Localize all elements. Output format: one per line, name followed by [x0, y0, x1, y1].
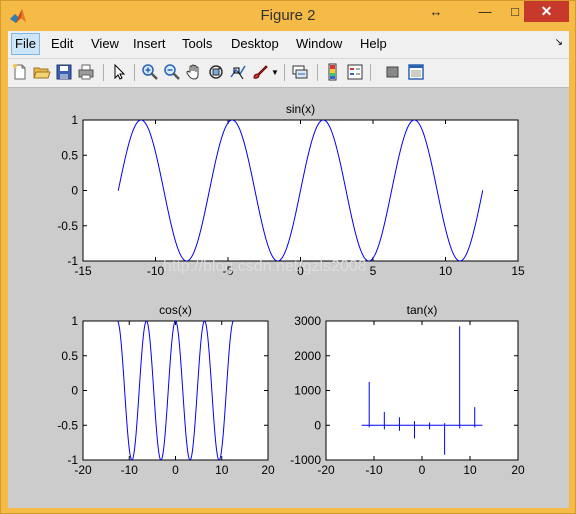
menu-view[interactable]: View [88, 34, 122, 54]
y-tick-label: 2000 [294, 349, 321, 363]
new-figure-icon[interactable] [11, 63, 29, 81]
colorbar-icon[interactable] [324, 63, 342, 81]
restore-arrows-button[interactable]: ↔ [425, 1, 447, 23]
toolbar-separator [284, 64, 285, 81]
menu-insert-label: Insert [133, 36, 166, 51]
menu-tools[interactable]: Tools [179, 34, 215, 54]
pointer-icon[interactable] [110, 63, 128, 81]
x-tick-label: -10 [147, 264, 165, 278]
close-button[interactable]: ✕ [524, 1, 569, 22]
menu-file-label: File [15, 36, 36, 51]
menu-tools-label: Tools [182, 36, 213, 51]
x-tick-label: 10 [463, 463, 477, 477]
y-tick-label: -1 [67, 254, 78, 268]
x-tick-label: 15 [511, 264, 525, 278]
x-tick-label: 0 [172, 463, 179, 477]
rotate-3d-icon[interactable] [207, 63, 225, 81]
brush-dropdown-icon[interactable]: ▼ [271, 68, 279, 77]
y-tick-label: 0.5 [61, 148, 78, 162]
y-tick-label: -0.5 [57, 418, 78, 432]
toolbar-separator [317, 64, 318, 81]
menu-help-label: Help [360, 36, 387, 51]
toolbar-separator [103, 64, 104, 81]
axes-title: cos(x) [159, 303, 192, 317]
data-cursor-icon[interactable] [229, 63, 247, 81]
menu-window[interactable]: Window [293, 34, 345, 54]
axes-cos[interactable]: cos(x)-20 -10 0 10 20-1-0.500.51 [57, 303, 275, 477]
axes-box [82, 320, 269, 461]
menu-bar: File Edit View Insert Tools Desktop Wind… [8, 31, 569, 59]
figure-toolbar: ▼ [8, 59, 569, 88]
y-tick-label: -1 [67, 453, 78, 467]
toolbar-separator [134, 64, 135, 81]
minimize-button[interactable]: — [471, 1, 499, 23]
axes-title: tan(x) [407, 303, 438, 317]
y-tick-label: 0 [71, 384, 78, 398]
x-tick-label: 10 [439, 264, 453, 278]
x-tick-label: 20 [261, 463, 275, 477]
y-tick-label: 3000 [294, 314, 321, 328]
dock-arrow-icon[interactable]: ↘ [555, 37, 563, 48]
title-bar[interactable]: Figure 2 ↔ — □ ✕ [1, 1, 575, 31]
figure-canvas: sin(x) -15 -10 -5 0 5 10 15 -1 -0.5 0 0.5 1 cos(x) -2… [8, 88, 569, 508]
axes-box [325, 320, 519, 461]
brush-icon[interactable] [251, 63, 269, 81]
print-icon[interactable] [77, 63, 95, 81]
y-tick-label: -0.5 [57, 219, 78, 233]
x-tick-label: -10 [121, 463, 139, 477]
menu-desktop-label: Desktop [231, 36, 279, 51]
x-tick-label: 5 [370, 264, 377, 278]
y-tick-label: 1 [71, 113, 78, 127]
plot-area: sin(x)-15 -10 -5 0 5 10 15-1-0.500.51 cos(x)-2… [57, 102, 525, 477]
menu-file[interactable]: File [11, 33, 40, 55]
y-tick-label: 0.5 [61, 349, 78, 363]
menu-edit-label: Edit [51, 36, 74, 51]
x-tick-label: -10 [365, 463, 383, 477]
y-tick-label: 0 [71, 184, 78, 198]
client-area: File Edit View Insert Tools Desktop Wind… [8, 31, 569, 508]
link-plot-icon[interactable] [291, 63, 309, 81]
hide-plot-tools-icon[interactable] [384, 63, 402, 81]
pan-icon[interactable] [185, 63, 203, 81]
menu-help[interactable]: Help [357, 34, 390, 54]
legend-icon[interactable] [346, 63, 364, 81]
menu-insert[interactable]: Insert [130, 34, 169, 54]
y-tick-label: 1000 [294, 384, 321, 398]
figure-window: Figure 2 ↔ — □ ✕ File Edit View Insert T… [0, 0, 576, 514]
menu-desktop[interactable]: Desktop [228, 34, 282, 54]
open-file-icon[interactable] [33, 63, 51, 81]
x-tick-label: 20 [511, 463, 525, 477]
x-tick-label: 0 [419, 463, 426, 477]
x-tick-label: 10 [215, 463, 229, 477]
y-tick-label: 0 [314, 418, 321, 432]
show-plot-tools-icon[interactable] [407, 63, 425, 81]
save-icon[interactable] [55, 63, 73, 81]
watermark-text: http://blog.csdn.net/gzls2008 [163, 258, 367, 275]
menu-view-label: View [91, 36, 119, 51]
menu-edit[interactable]: Edit [48, 34, 76, 54]
y-tick-label: -1000 [290, 453, 321, 467]
zoom-out-icon[interactable] [163, 63, 181, 81]
axes-tan[interactable]: tan(x)-20 -10 0 10 20-10000100020003000 [290, 303, 525, 477]
menu-window-label: Window [296, 36, 343, 51]
matlab-logo-icon [10, 9, 26, 23]
zoom-in-icon[interactable] [141, 63, 159, 81]
axes-title: sin(x) [286, 102, 315, 116]
toolbar-separator [370, 64, 371, 81]
y-tick-label: 1 [71, 314, 78, 328]
axes-sin[interactable]: sin(x)-15 -10 -5 0 5 10 15-1-0.500.51 [57, 102, 525, 278]
